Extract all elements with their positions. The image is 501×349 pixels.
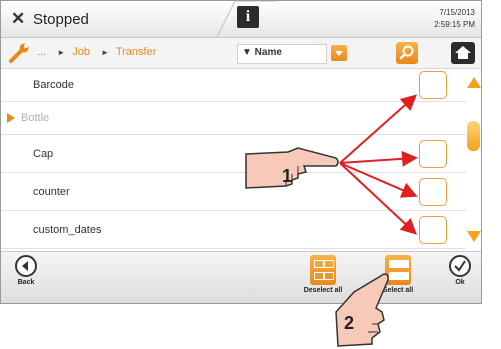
- scrollbar[interactable]: [466, 69, 481, 250]
- back-button[interactable]: Back: [9, 255, 43, 286]
- list-item-checkbox[interactable]: [419, 139, 447, 168]
- search-icon: [399, 45, 414, 60]
- title-bar: ✕ Stopped i 7/15/2013 2:59:15 PM: [1, 1, 481, 38]
- search-button[interactable]: [396, 42, 418, 64]
- scroll-thumb[interactable]: [467, 121, 480, 151]
- printer-status: Stopped: [33, 11, 89, 28]
- pointing-hand-icon: [335, 273, 389, 347]
- breadcrumb-ellipsis[interactable]: ...: [37, 46, 46, 58]
- list-item-checkbox[interactable]: [419, 71, 447, 99]
- back-label: Back: [17, 279, 35, 286]
- list-item-parent[interactable]: Bottle: [1, 102, 466, 135]
- callout-number-2: 2: [344, 313, 355, 333]
- breadcrumb-transfer[interactable]: Transfer: [116, 46, 157, 58]
- expand-arrow-icon: [7, 113, 15, 123]
- list-item[interactable]: Barcode: [1, 69, 466, 102]
- list-item-checkbox[interactable]: [419, 177, 447, 206]
- list-item-label: Bottle: [21, 112, 50, 124]
- field-list: Barcode Bottle Cap counter custom_dates: [1, 69, 466, 249]
- ok-icon: [449, 255, 471, 277]
- breadcrumb-arrow-icon: ►: [57, 48, 66, 57]
- back-icon: [15, 255, 37, 277]
- scroll-up-icon[interactable]: [467, 77, 481, 88]
- sort-select-value: ▼ Name: [242, 47, 282, 58]
- breadcrumb-job[interactable]: Job: [72, 46, 90, 58]
- home-icon: [455, 46, 471, 59]
- callout-number-1: 1: [282, 166, 293, 186]
- breadcrumb-bar: ... ► Job ► Transfer ▼ Name: [1, 38, 481, 69]
- close-icon[interactable]: ✕: [11, 9, 25, 29]
- scroll-down-icon[interactable]: [467, 231, 481, 242]
- list-item[interactable]: custom_dates: [1, 211, 466, 249]
- list-item-label: Cap: [33, 147, 54, 160]
- ok-label: Ok: [455, 279, 465, 286]
- list-item-checkbox[interactable]: [419, 215, 447, 244]
- breadcrumb: ... ► Job ► Transfer: [37, 46, 160, 58]
- wrench-icon[interactable]: [9, 43, 31, 63]
- list-item-label: custom_dates: [33, 223, 102, 236]
- info-icon[interactable]: i: [237, 6, 259, 28]
- breadcrumb-arrow-icon: ►: [101, 48, 109, 57]
- time-text: 2:59:15 PM: [434, 20, 475, 29]
- list-item-label: Barcode: [33, 79, 74, 91]
- list-item-label: counter: [33, 185, 70, 198]
- sort-select[interactable]: ▼ Name: [237, 44, 327, 64]
- list-item[interactable]: Cap: [1, 135, 466, 173]
- ok-button[interactable]: Ok: [445, 255, 475, 286]
- bottom-toolbar: Back Deselect all Select all Ok: [1, 251, 481, 303]
- home-button[interactable]: [451, 42, 475, 64]
- date-time: 7/15/2013 2:59:15 PM: [434, 7, 475, 31]
- list-item[interactable]: counter: [1, 173, 466, 211]
- date-text: 7/15/2013: [439, 8, 475, 17]
- sort-dropdown-button[interactable]: [331, 45, 347, 61]
